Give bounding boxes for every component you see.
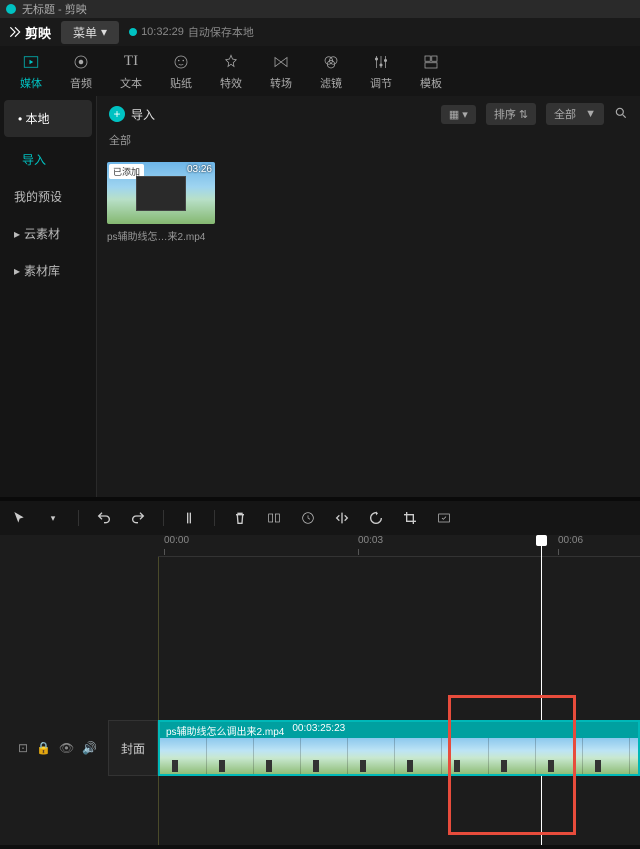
crop-button[interactable]	[401, 509, 419, 527]
filter-icon	[321, 52, 341, 72]
adjust-icon	[371, 52, 391, 72]
logo-icon	[8, 25, 22, 39]
sidebar-item-cloud[interactable]: ▸云素材	[0, 215, 96, 252]
window-title: 无标题 - 剪映	[22, 1, 87, 17]
search-icon	[614, 106, 628, 120]
cover-button[interactable]: 封面	[108, 720, 158, 776]
media-filename: ps辅助线怎…来2.mp4	[107, 228, 215, 243]
lock-icon[interactable]: 🔒	[36, 741, 51, 755]
cursor-dropdown[interactable]: ▾	[44, 509, 62, 527]
cursor-tool[interactable]	[10, 509, 28, 527]
ai-button[interactable]	[435, 509, 453, 527]
autosave-status: 10:32:29 自动保存本地	[129, 24, 254, 40]
app-name: 剪映	[25, 23, 51, 42]
delete-button[interactable]	[231, 509, 249, 527]
template-icon	[421, 52, 441, 72]
sidebar-item-local[interactable]: • 本地	[4, 100, 92, 137]
filter-all-button[interactable]: 全部 ▼	[546, 103, 604, 125]
clip-duration: 00:03:25:23	[292, 723, 345, 737]
content-filter-all[interactable]: 全部	[97, 132, 640, 156]
ruler-tick: 00:00	[164, 535, 189, 546]
menu-button[interactable]: 菜单 ▾	[61, 21, 119, 44]
playhead[interactable]	[541, 535, 542, 845]
app-dot-icon	[6, 4, 16, 14]
media-icon	[21, 52, 41, 72]
chevron-down-icon: ▾	[101, 25, 107, 39]
clip-filename: ps辅助线怎么调出来2.mp4	[166, 723, 284, 737]
media-clip-item[interactable]: 已添加 03:26 ps辅助线怎…来2.mp4	[107, 162, 215, 243]
grid-icon: ▦	[449, 108, 459, 121]
timeline-panel[interactable]: 00:00 00:03 00:06 ⊡ 🔒 👁 🔊 封面 ps辅助线怎么调出来2…	[0, 535, 640, 845]
app-logo[interactable]: 剪映	[8, 23, 51, 42]
tab-adjust[interactable]: 调节	[356, 48, 406, 95]
media-sidebar: • 本地 导入 我的预设 ▸云素材 ▸素材库	[0, 96, 97, 497]
search-button[interactable]	[614, 106, 628, 123]
split-tool[interactable]	[180, 509, 198, 527]
time-ruler[interactable]: 00:00 00:03 00:06	[158, 535, 640, 557]
sort-button[interactable]: 排序⇅	[486, 103, 536, 125]
clip-header: ps辅助线怎么调出来2.mp4 00:03:25:23	[160, 722, 638, 738]
eye-icon[interactable]: 👁	[59, 741, 74, 755]
text-icon: TI	[121, 52, 141, 72]
clip-thumbnails	[160, 738, 638, 774]
media-content: + 导入 ▦▾ 排序⇅ 全部 ▼ 全部 已添加 03:26 ps辅助线怎…来2.…	[97, 96, 640, 497]
tab-media[interactable]: 媒体	[6, 48, 56, 95]
view-mode-button[interactable]: ▦▾	[441, 105, 476, 124]
category-tabs: 媒体 音频 TI 文本 贴纸 特效 转场 滤镜 调节 模板	[0, 46, 640, 96]
ruler-tick: 00:06	[558, 535, 583, 546]
transition-icon	[271, 52, 291, 72]
freeze-button[interactable]	[299, 509, 317, 527]
sidebar-item-library[interactable]: ▸素材库	[0, 252, 96, 289]
timeline-toolbar: ▾	[0, 501, 640, 535]
tab-sticker[interactable]: 贴纸	[156, 48, 206, 95]
window-titlebar: 无标题 - 剪映	[0, 0, 640, 18]
track-options-icon[interactable]: ⊡	[18, 741, 28, 755]
rotate-button[interactable]	[367, 509, 385, 527]
undo-button[interactable]	[95, 509, 113, 527]
tab-filter[interactable]: 滤镜	[306, 48, 356, 95]
audio-icon	[71, 52, 91, 72]
status-dot-icon	[129, 28, 137, 36]
tab-transition[interactable]: 转场	[256, 48, 306, 95]
top-bar: 剪映 菜单 ▾ 10:32:29 自动保存本地	[0, 18, 640, 46]
tab-template[interactable]: 模板	[406, 48, 456, 95]
mute-icon[interactable]: 🔊	[82, 741, 97, 755]
media-thumbnail: 已添加 03:26	[107, 162, 215, 224]
chevron-right-icon: ▸	[14, 264, 20, 278]
import-button[interactable]: + 导入	[109, 106, 155, 123]
tab-audio[interactable]: 音频	[56, 48, 106, 95]
sidebar-item-presets[interactable]: 我的预设	[0, 178, 96, 215]
chevron-down-icon: ▾	[462, 108, 468, 121]
timeline-clip[interactable]: ps辅助线怎么调出来2.mp4 00:03:25:23	[158, 720, 640, 776]
sort-icon: ⇅	[519, 108, 528, 121]
ripple-delete-button[interactable]	[265, 509, 283, 527]
chevron-right-icon: ▸	[14, 227, 20, 241]
sticker-icon	[171, 52, 191, 72]
sidebar-item-import[interactable]: 导入	[0, 141, 96, 178]
mirror-button[interactable]	[333, 509, 351, 527]
filter-icon: ▼	[585, 108, 596, 120]
ruler-tick: 00:03	[358, 535, 383, 546]
effects-icon	[221, 52, 241, 72]
tab-effects[interactable]: 特效	[206, 48, 256, 95]
tab-text[interactable]: TI 文本	[106, 48, 156, 95]
redo-button[interactable]	[129, 509, 147, 527]
plus-icon: +	[109, 106, 125, 122]
